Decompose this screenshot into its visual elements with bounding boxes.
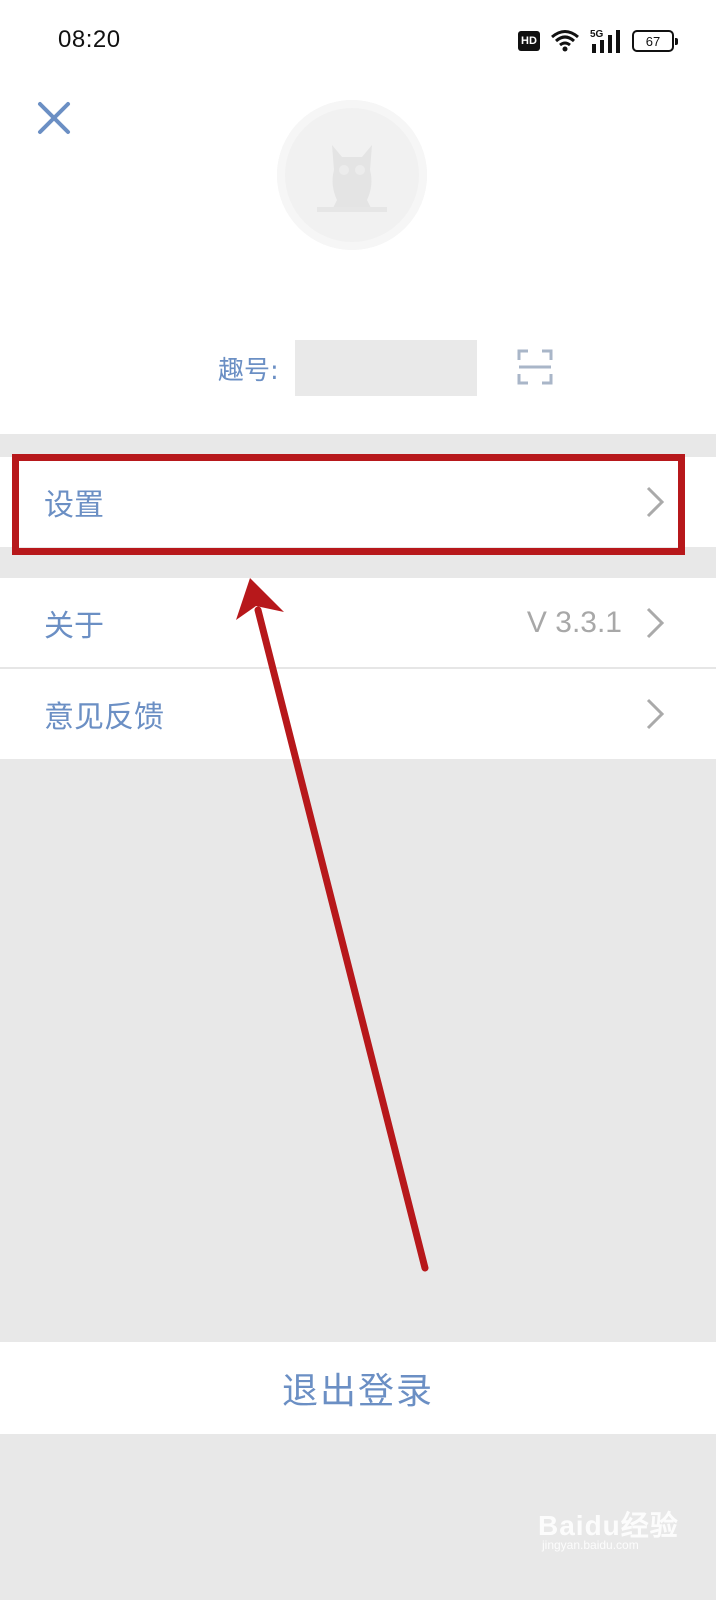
watermark-subtext: jingyan.baidu.com	[542, 1538, 639, 1552]
qu-id-label: 趣号:	[218, 355, 279, 386]
chevron-right-icon	[646, 607, 665, 639]
profile-header: 08:20 HD 5G 67 趣号:	[0, 0, 716, 434]
network-label: 5G	[590, 29, 604, 40]
watermark-logo: Baidu经验 jingyan.baidu.com	[538, 1494, 688, 1552]
menu-item-about[interactable]: 关于 V 3.3.1	[0, 578, 716, 668]
signal-icon: 5G	[590, 29, 620, 53]
menu-item-label: 关于	[44, 609, 104, 644]
avatar-icon	[317, 145, 387, 212]
avatar[interactable]	[277, 100, 427, 250]
battery-icon: 67	[632, 30, 678, 52]
close-icon	[38, 102, 70, 134]
status-icons: HD 5G 67	[518, 26, 678, 56]
close-button[interactable]	[32, 96, 76, 140]
qu-id-row: 趣号:	[218, 338, 477, 398]
chevron-right-icon	[646, 698, 665, 730]
annotation-highlight-box	[12, 454, 685, 555]
logout-label: 退出登录	[281, 1371, 434, 1412]
version-text: V 3.3.1	[526, 606, 622, 639]
status-time: 08:20	[58, 26, 121, 53]
hd-icon: HD	[518, 31, 540, 51]
logout-button[interactable]: 退出登录	[0, 1342, 716, 1434]
wifi-icon	[551, 30, 579, 52]
scan-button[interactable]	[516, 348, 554, 386]
qu-id-value	[294, 340, 477, 396]
menu-item-feedback[interactable]: 意见反馈	[0, 669, 716, 759]
status-bar: 08:20 HD 5G 67	[0, 0, 716, 84]
scan-icon	[517, 349, 553, 385]
menu-item-label: 意见反馈	[44, 700, 164, 735]
